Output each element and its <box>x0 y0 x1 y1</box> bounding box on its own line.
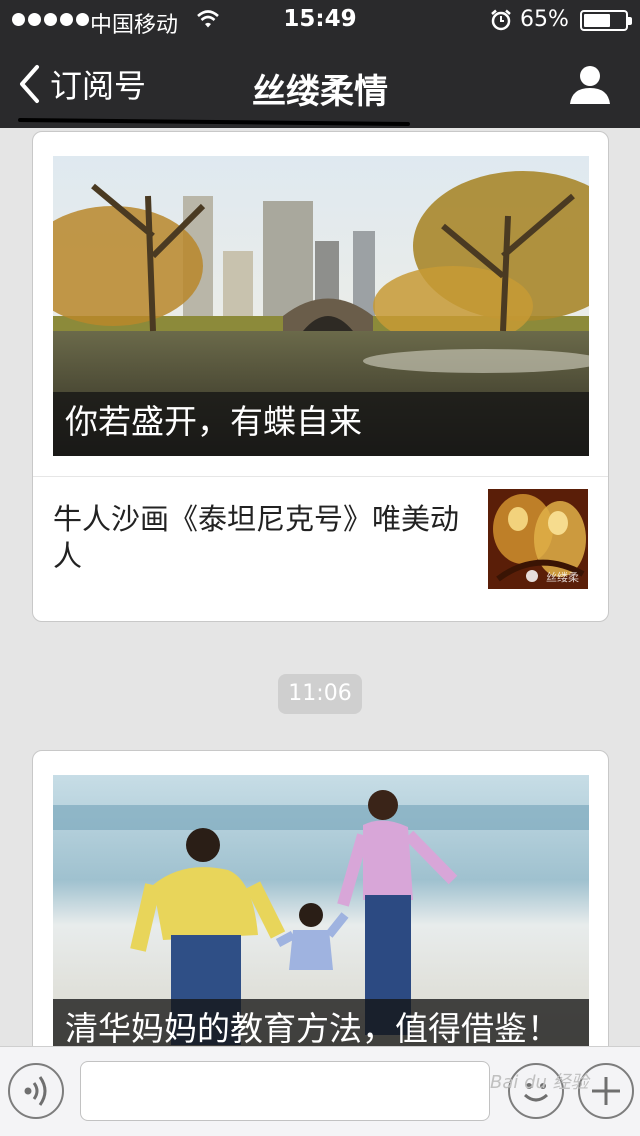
annotation-strike-line <box>17 117 411 127</box>
alarm-clock-icon <box>491 9 511 31</box>
thumbnail-watermark: 丝缕柔 <box>546 571 579 584</box>
voice-toggle-button[interactable] <box>8 1063 64 1119</box>
profile-icon[interactable] <box>568 62 612 106</box>
battery-percent: 65% <box>520 7 569 32</box>
battery-icon <box>580 10 632 31</box>
battery-level-fill <box>584 14 610 27</box>
status-bar: 中国移动 15:49 65% <box>0 0 640 40</box>
article-message-card[interactable]: 你若盛开，有蝶自来 牛人沙画《泰坦尼克号》唯美动人 丝缕柔 <box>32 131 609 622</box>
message-text-input[interactable] <box>80 1061 490 1121</box>
cover-caption: 清华妈妈的教育方法，值得借鉴！ <box>53 999 589 1046</box>
voice-wave-icon <box>24 1076 47 1106</box>
cover-article[interactable]: 清华妈妈的教育方法，值得借鉴！ <box>53 775 589 1046</box>
page-title: 丝缕柔情 <box>252 72 388 112</box>
chat-area[interactable]: 你若盛开，有蝶自来 牛人沙画《泰坦尼克号》唯美动人 丝缕柔 11:06 清华妈妈… <box>0 128 640 1046</box>
sand-art-thumbnail-image: 丝缕柔 <box>488 489 588 589</box>
baidu-watermark: Bai du 经验 <box>490 1072 589 1093</box>
cover-caption: 你若盛开，有蝶自来 <box>53 392 589 456</box>
navigation-bar: 订阅号 丝缕柔情 <box>0 40 640 128</box>
cover-article[interactable]: 你若盛开，有蝶自来 <box>53 156 589 456</box>
sub-article-thumbnail: 丝缕柔 <box>488 489 588 589</box>
sub-article-item[interactable]: 牛人沙画《泰坦尼克号》唯美动人 丝缕柔 <box>33 477 608 622</box>
article-message-card[interactable]: 清华妈妈的教育方法，值得借鉴！ <box>32 750 609 1046</box>
sub-article-title: 牛人沙画《泰坦尼克号》唯美动人 <box>53 502 460 573</box>
time-divider: 11:06 <box>278 674 362 714</box>
